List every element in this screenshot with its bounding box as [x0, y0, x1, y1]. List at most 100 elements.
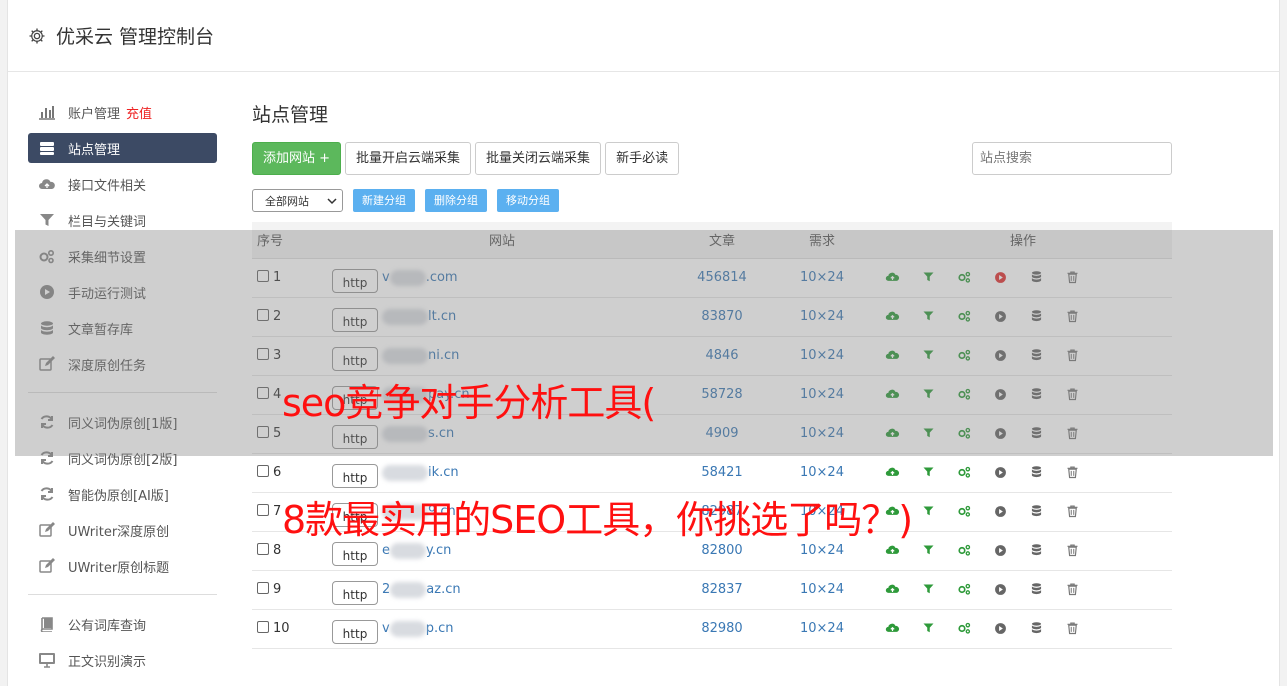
site-cell: http 2 az.cn	[330, 570, 672, 610]
group-toolbar: 全部网站 新建分组 删除分组 移动分组	[252, 189, 1172, 212]
play-icon	[994, 584, 1006, 595]
row-play-button[interactable]	[982, 465, 1018, 480]
row-checkbox[interactable]	[257, 465, 269, 477]
app-title: 优采云 管理控制台	[56, 26, 215, 48]
chevron-down-icon	[327, 197, 337, 204]
row-trash-button[interactable]	[1054, 621, 1090, 636]
row-actions	[874, 621, 1172, 636]
row-play-button[interactable]	[982, 582, 1018, 597]
database-icon	[1031, 505, 1041, 517]
sidebar-item-a-2[interactable]: 接口文件相关	[28, 166, 217, 202]
row-number: 9	[273, 582, 282, 597]
group-select[interactable]: 全部网站	[252, 189, 343, 212]
guide-button[interactable]: 新手必读	[605, 142, 680, 175]
sidebar-item-b-3[interactable]: 智能伪原创[AI版]	[28, 476, 217, 512]
row-checkbox[interactable]	[257, 504, 269, 516]
domain-suffix: y.cn	[426, 543, 452, 558]
domain-suffix: ik.cn	[428, 465, 459, 480]
row-gears-button[interactable]	[946, 621, 982, 636]
row-play-button[interactable]	[982, 621, 1018, 636]
bar-chart-icon	[39, 106, 55, 120]
sidebar-item-label: 智能伪原创[AI版]	[68, 488, 169, 504]
add-site-button[interactable]: 添加网站 +	[252, 142, 342, 175]
recharge-link[interactable]: 充值	[126, 103, 152, 122]
gears-icon	[957, 622, 970, 634]
row-database-button[interactable]	[1018, 621, 1054, 636]
row-cloud-upload-button[interactable]	[874, 465, 910, 480]
page-title: 站点管理	[252, 104, 329, 126]
book-icon	[40, 617, 53, 632]
site-cell: http ik.cn	[330, 453, 672, 493]
domain-suffix: p.cn	[425, 621, 454, 636]
redacted-region	[382, 464, 428, 481]
articles-cell[interactable]: 82837	[672, 570, 772, 610]
site-domain-link[interactable]: 2 az.cn	[382, 581, 461, 598]
row-gears-button[interactable]	[946, 465, 982, 480]
row-play-button[interactable]	[982, 543, 1018, 558]
row-filter-button[interactable]	[910, 582, 946, 597]
row-cloud-upload-button[interactable]	[874, 543, 910, 558]
row-gears-button[interactable]	[946, 543, 982, 558]
row-filter-button[interactable]	[910, 465, 946, 480]
row-cloud-upload-button[interactable]	[874, 582, 910, 597]
sidebar-divider	[28, 594, 217, 595]
row-number: 10	[273, 621, 290, 636]
row-checkbox[interactable]	[257, 543, 269, 555]
row-number-cell: 9	[252, 570, 330, 610]
row-filter-button[interactable]	[910, 504, 946, 519]
row-gears-button[interactable]	[946, 504, 982, 519]
trash-icon	[1067, 583, 1077, 596]
gears-icon	[957, 505, 970, 517]
new-group-button[interactable]: 新建分组	[353, 189, 415, 212]
top-header: 优采云 管理控制台	[8, 0, 1279, 72]
database-icon	[1031, 544, 1041, 556]
articles-cell[interactable]: 58421	[672, 453, 772, 493]
play-icon	[994, 545, 1006, 556]
redacted-region	[389, 620, 426, 637]
articles-cell[interactable]: 82980	[672, 609, 772, 649]
row-checkbox[interactable]	[257, 621, 269, 633]
row-cloud-upload-button[interactable]	[874, 621, 910, 636]
redacted-region	[390, 542, 426, 559]
row-database-button[interactable]	[1018, 504, 1054, 519]
trash-icon	[1067, 505, 1077, 518]
row-actions	[874, 465, 1172, 480]
row-trash-button[interactable]	[1054, 582, 1090, 597]
batch-close-button[interactable]: 批量关闭云端采集	[475, 142, 602, 175]
domain-prefix: v	[382, 621, 390, 636]
site-domain-link[interactable]: ik.cn	[382, 464, 459, 481]
sidebar-item-c-2[interactable]: 正文识别演示	[28, 642, 217, 678]
sidebar-item-b-5[interactable]: UWriter原创标题	[28, 548, 217, 584]
batch-open-button[interactable]: 批量开启云端采集	[345, 142, 472, 175]
delete-group-button[interactable]: 删除分组	[425, 189, 487, 212]
domain-suffix: az.cn	[426, 582, 461, 597]
monitor-icon	[39, 653, 55, 668]
sidebar-item-c-1[interactable]: 公有词库查询	[28, 606, 217, 642]
row-play-button[interactable]	[982, 504, 1018, 519]
site-domain-link[interactable]: e y.cn	[382, 542, 452, 559]
row-database-button[interactable]	[1018, 465, 1054, 480]
demand-cell[interactable]: 10×24	[772, 570, 872, 610]
toolbar: 添加网站 + 批量开启云端采集 批量关闭云端采集 新手必读	[252, 142, 1172, 175]
row-database-button[interactable]	[1018, 543, 1054, 558]
row-database-button[interactable]	[1018, 582, 1054, 597]
row-trash-button[interactable]	[1054, 543, 1090, 558]
row-filter-button[interactable]	[910, 543, 946, 558]
site-domain-link[interactable]: v p.cn	[382, 620, 454, 637]
row-gears-button[interactable]	[946, 582, 982, 597]
row-trash-button[interactable]	[1054, 504, 1090, 519]
row-filter-button[interactable]	[910, 621, 946, 636]
filter-icon	[923, 623, 933, 633]
demand-cell[interactable]: 10×24	[772, 453, 872, 493]
sidebar-item-b-4[interactable]: UWriter深度原创	[28, 512, 217, 548]
demand-cell[interactable]: 10×24	[772, 609, 872, 649]
sidebar-item-account[interactable]: 账户管理 充值	[28, 94, 217, 130]
sidebar-item-a-1[interactable]: 站点管理	[28, 133, 217, 163]
row-checkbox[interactable]	[257, 582, 269, 594]
protocol-badge: http	[332, 463, 378, 488]
database-icon	[1031, 466, 1041, 478]
move-group-button[interactable]: 移动分组	[497, 189, 559, 212]
group-select-value: 全部网站	[265, 194, 309, 208]
site-search-input[interactable]	[972, 142, 1172, 175]
row-trash-button[interactable]	[1054, 465, 1090, 480]
